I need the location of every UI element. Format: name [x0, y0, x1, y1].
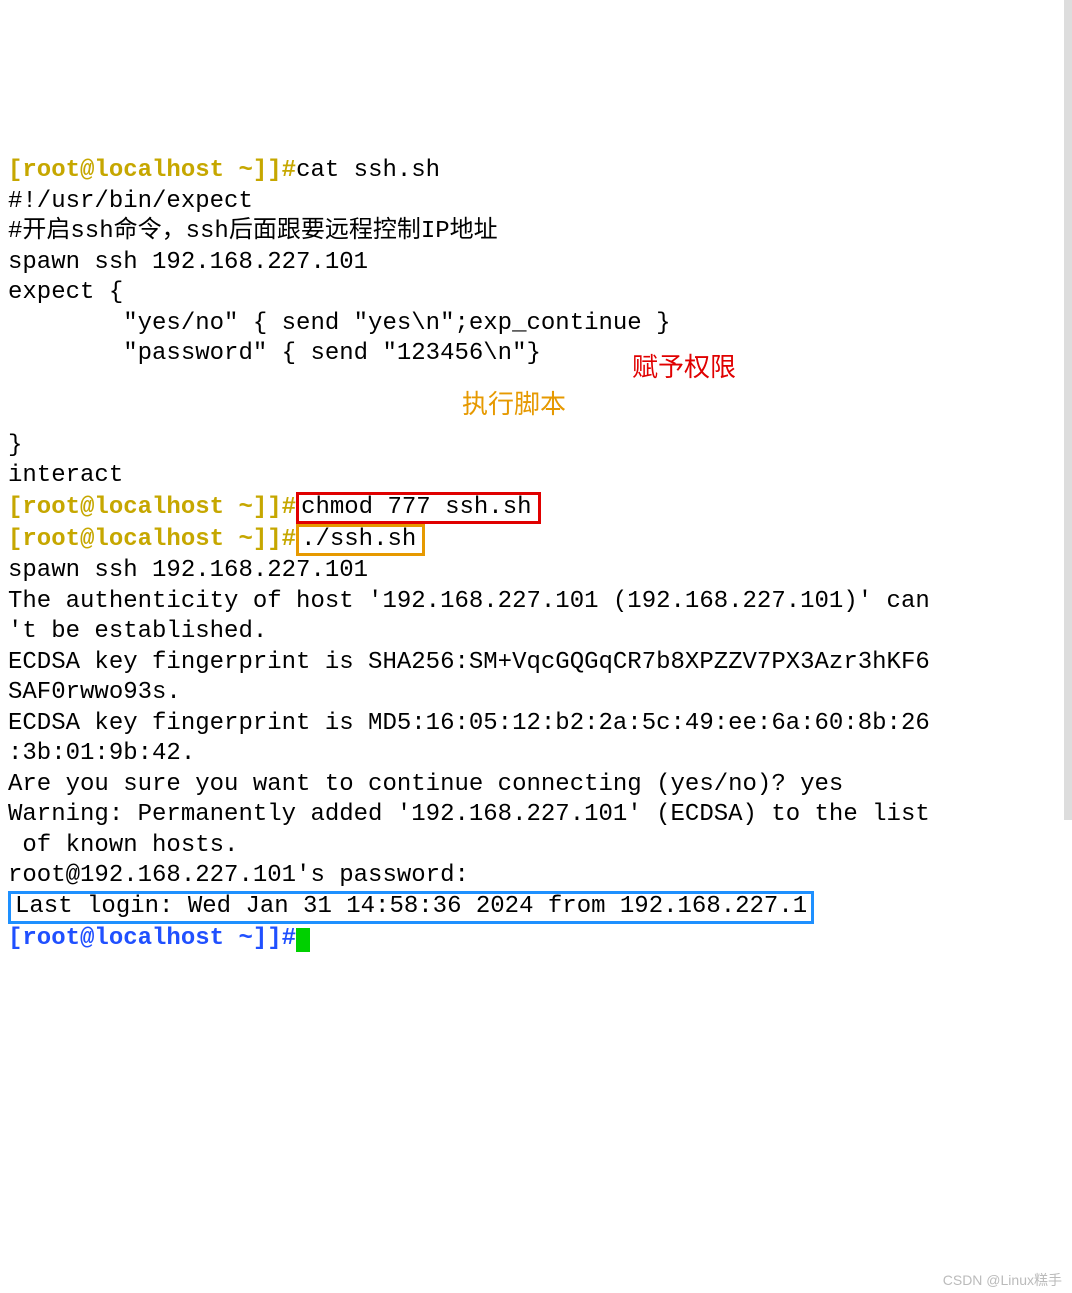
prompt-hash: # — [282, 925, 296, 952]
script-line: "yes/no" { send "yes\n";exp_continue } — [8, 310, 671, 337]
prompt-bracket: ] — [267, 157, 281, 184]
output-line: :3b:01:9b:42. — [8, 740, 195, 767]
prompt: [root@localhost ~] — [8, 925, 267, 952]
highlight-run: ./ssh.sh — [296, 524, 425, 556]
output-line: Warning: Permanently added '192.168.227.… — [8, 801, 930, 828]
prompt-bracket: ] — [267, 526, 281, 553]
output-line: ECDSA key fingerprint is SHA256:SM+VqcGQ… — [8, 649, 930, 676]
script-line: } — [8, 432, 22, 459]
command-cat: cat ssh.sh — [296, 157, 440, 184]
script-line: #!/usr/bin/expect — [8, 188, 253, 215]
prompt: [root@localhost ~] — [8, 157, 267, 184]
output-line: SAF0rwwo93s. — [8, 679, 181, 706]
scrollbar[interactable] — [1064, 0, 1072, 820]
script-line: spawn ssh 192.168.227.101 — [8, 249, 368, 276]
output-line: of known hosts. — [8, 832, 238, 859]
prompt-bracket: ] — [267, 494, 281, 521]
prompt-hash: # — [282, 494, 296, 521]
terminal-output: [root@localhost ~]]#cat ssh.sh #!/usr/bi… — [8, 126, 1064, 954]
script-line: #开启ssh命令，ssh后面跟要远程控制IP地址 — [8, 218, 498, 245]
command-run-script: ./ssh.sh — [301, 526, 416, 553]
annotation-run-script: 执行脚本 — [462, 388, 566, 421]
script-line: "password" { send "123456\n"} — [8, 340, 541, 367]
annotation-grant-permission: 赋予权限 — [632, 351, 736, 384]
output-line: 't be established. — [8, 618, 267, 645]
prompt: [root@localhost ~] — [8, 526, 267, 553]
output-line: spawn ssh 192.168.227.101 — [8, 557, 368, 584]
output-line: ECDSA key fingerprint is MD5:16:05:12:b2… — [8, 710, 930, 737]
prompt-bracket: ] — [267, 925, 281, 952]
watermark: CSDN @Linux糕手 — [943, 1272, 1062, 1290]
highlight-last-login: Last login: Wed Jan 31 14:58:36 2024 fro… — [8, 891, 814, 923]
prompt-hash: # — [282, 157, 296, 184]
cursor-icon — [296, 928, 310, 952]
output-line: root@192.168.227.101's password: — [8, 862, 469, 889]
output-line: The authenticity of host '192.168.227.10… — [8, 588, 930, 615]
prompt-hash: # — [282, 526, 296, 553]
command-chmod: chmod 777 ssh.sh — [301, 494, 531, 521]
script-line: interact — [8, 462, 123, 489]
output-line: Are you sure you want to continue connec… — [8, 771, 843, 798]
output-line: Last login: Wed Jan 31 14:58:36 2024 fro… — [15, 893, 807, 920]
prompt: [root@localhost ~] — [8, 494, 267, 521]
highlight-chmod: chmod 777 ssh.sh — [296, 492, 540, 524]
script-line: expect { — [8, 279, 123, 306]
